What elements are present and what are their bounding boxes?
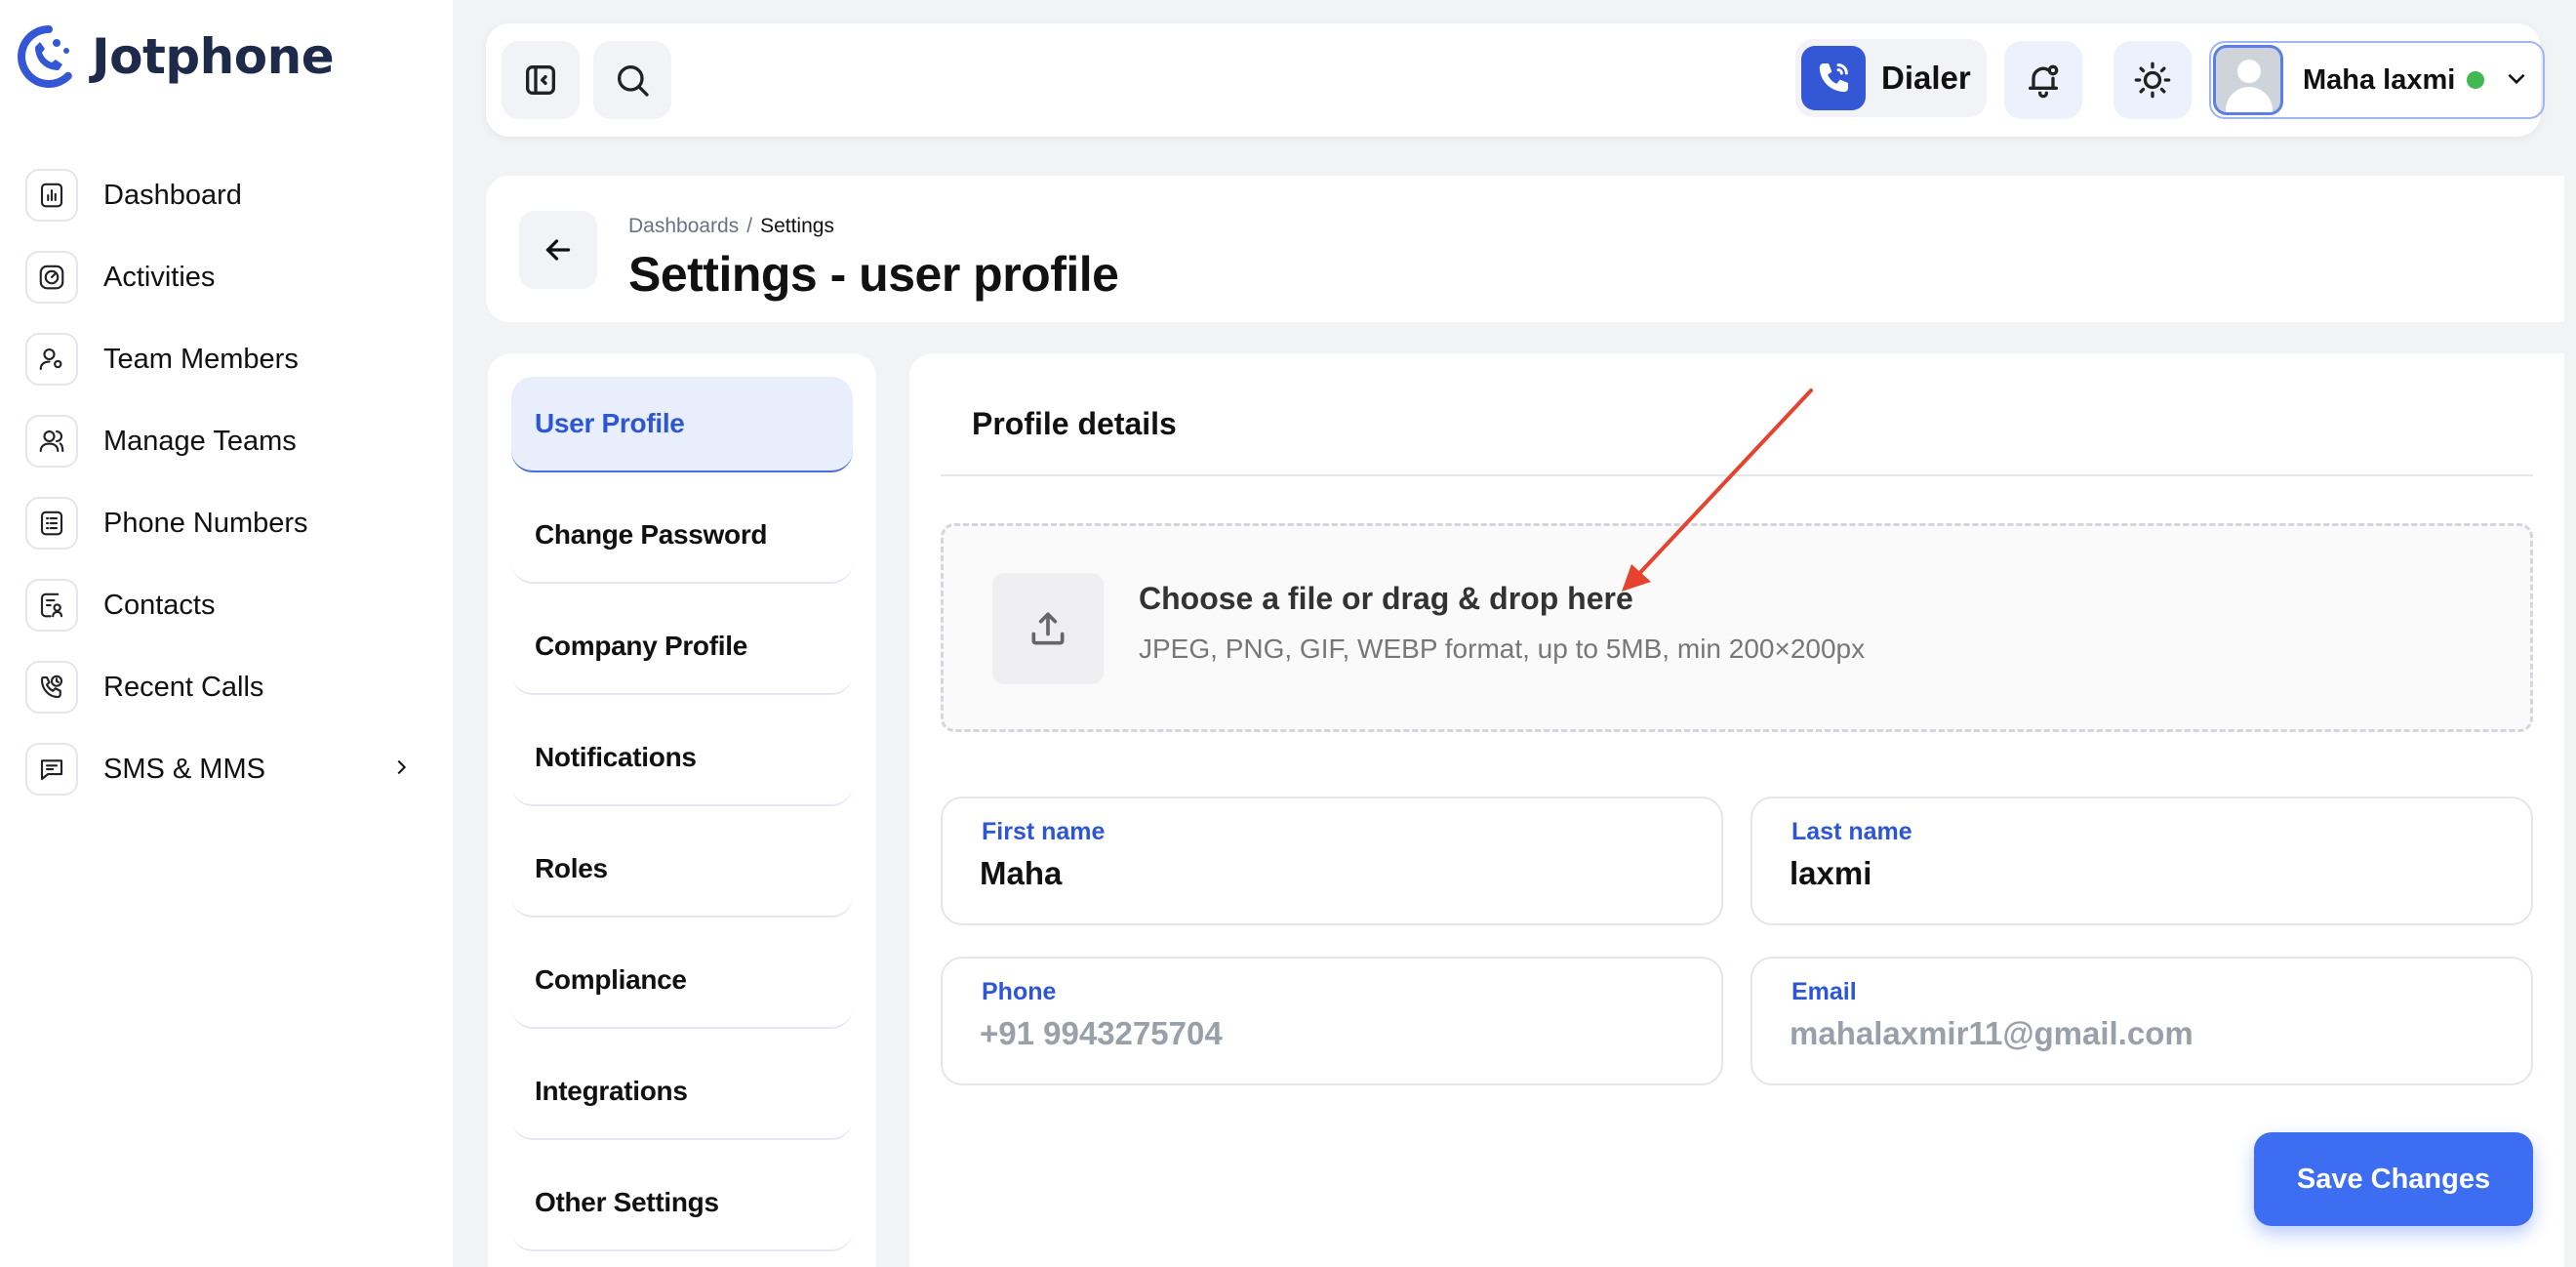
jotphone-logo-icon: [18, 25, 72, 88]
settings-tab-user-profile[interactable]: User Profile: [511, 377, 853, 472]
settings-tab-roles[interactable]: Roles: [511, 822, 853, 918]
notifications-button[interactable]: [2004, 41, 2082, 119]
phone-input: [980, 1015, 1682, 1052]
last-name-label: Last name: [1791, 818, 1912, 845]
search-button[interactable]: [593, 41, 671, 119]
sidebar-collapse-icon: [526, 65, 555, 96]
sidebar-nav: Dashboard Activities Team Members Manage…: [25, 168, 420, 824]
theme-toggle-button[interactable]: [2113, 41, 2192, 119]
settings-tab-other-settings[interactable]: Other Settings: [511, 1156, 853, 1251]
settings-tab-change-password[interactable]: Change Password: [511, 488, 853, 584]
sidebar-item-label: Recent Calls: [103, 671, 264, 703]
sidebar: Jotphone Dashboard Activities Team Membe…: [0, 0, 453, 1267]
first-name-field: First name: [941, 797, 1723, 925]
dialer-button[interactable]: Dialer: [1795, 39, 1987, 117]
save-changes-button[interactable]: Save Changes: [2254, 1132, 2533, 1226]
dialer-label: Dialer: [1881, 60, 1971, 96]
sidebar-item-phone-numbers[interactable]: Phone Numbers: [25, 496, 420, 551]
user-menu[interactable]: Maha laxmi: [2209, 41, 2545, 119]
section-title: Profile details: [972, 406, 1177, 441]
contact-card-icon: [25, 579, 78, 632]
settings-menu: User Profile Change Password Company Pro…: [488, 353, 876, 1267]
chevron-right-icon[interactable]: [390, 756, 412, 783]
user-gear-icon: [25, 333, 78, 386]
app-logo[interactable]: Jotphone: [18, 25, 335, 88]
settings-tab-compliance[interactable]: Compliance: [511, 933, 853, 1029]
sidebar-item-activities[interactable]: Activities: [25, 250, 420, 305]
search-icon: [618, 65, 649, 97]
sidebar-item-label: Dashboard: [103, 179, 242, 211]
email-field: Email: [1751, 957, 2533, 1085]
email-label: Email: [1791, 978, 1857, 1005]
sidebar-item-label: SMS & MMS: [103, 753, 265, 785]
last-name-field: Last name: [1751, 797, 2533, 925]
toggle-sidebar-button[interactable]: [502, 41, 580, 119]
phone-field: Phone: [941, 957, 1723, 1085]
arrow-left-icon: [545, 239, 571, 261]
avatar: [2213, 45, 2283, 115]
sidebar-item-label: Activities: [103, 261, 216, 293]
profile-details-panel: Profile details Choose a file or drag & …: [909, 353, 2564, 1267]
upload-hint: JPEG, PNG, GIF, WEBP format, up to 5MB, …: [1139, 634, 1866, 664]
settings-tab-integrations[interactable]: Integrations: [511, 1044, 853, 1140]
user-name: Maha laxmi: [2303, 63, 2456, 96]
first-name-input[interactable]: [980, 855, 1682, 892]
bell-icon: [2029, 64, 2059, 99]
phone-history-icon: [25, 661, 78, 714]
last-name-input[interactable]: [1790, 855, 2492, 892]
message-icon: [25, 743, 78, 796]
phone-label: Phone: [982, 978, 1057, 1005]
chevron-down-icon: [2504, 65, 2529, 96]
sidebar-item-label: Team Members: [103, 343, 299, 375]
users-icon: [25, 415, 78, 468]
gauge-icon: [25, 251, 78, 304]
first-name-label: First name: [982, 818, 1106, 845]
sidebar-item-label: Manage Teams: [103, 425, 297, 457]
upload-icon: [992, 573, 1104, 684]
app-name: Jotphone: [92, 28, 335, 85]
sidebar-item-label: Contacts: [103, 589, 216, 621]
page-header: Dashboards / Settings Settings - user prof…: [486, 176, 2564, 322]
breadcrumb-current: Settings: [760, 215, 834, 237]
sidebar-item-manage-teams[interactable]: Manage Teams: [25, 414, 420, 469]
email-input: [1790, 1015, 2492, 1052]
settings-tab-notifications[interactable]: Notifications: [511, 711, 853, 806]
online-status-indicator: [2467, 71, 2485, 89]
list-icon: [25, 497, 78, 550]
sidebar-item-team-members[interactable]: Team Members: [25, 332, 420, 387]
topbar: Dialer Maha laxmi: [486, 23, 2545, 137]
back-button[interactable]: [519, 211, 597, 289]
avatar-upload-dropzone[interactable]: Choose a file or drag & drop here JPEG, …: [941, 523, 2533, 732]
breadcrumb-link-dashboards[interactable]: Dashboards: [628, 215, 739, 237]
breadcrumb: Dashboards / Settings: [628, 215, 834, 237]
phone-icon: [1801, 46, 1866, 110]
divider: [941, 474, 2533, 476]
settings-tab-company-profile[interactable]: Company Profile: [511, 599, 853, 695]
sidebar-item-dashboard[interactable]: Dashboard: [25, 168, 420, 223]
sidebar-item-recent-calls[interactable]: Recent Calls: [25, 660, 420, 715]
bar-chart-icon: [25, 169, 78, 222]
page-title: Settings - user profile: [628, 247, 1119, 302]
sidebar-item-sms-mms[interactable]: SMS & MMS: [25, 742, 420, 797]
sidebar-item-label: Phone Numbers: [103, 507, 308, 539]
sidebar-item-contacts[interactable]: Contacts: [25, 578, 420, 633]
upload-title: Choose a file or drag & drop here: [1139, 581, 1633, 616]
sun-icon: [2134, 61, 2171, 99]
